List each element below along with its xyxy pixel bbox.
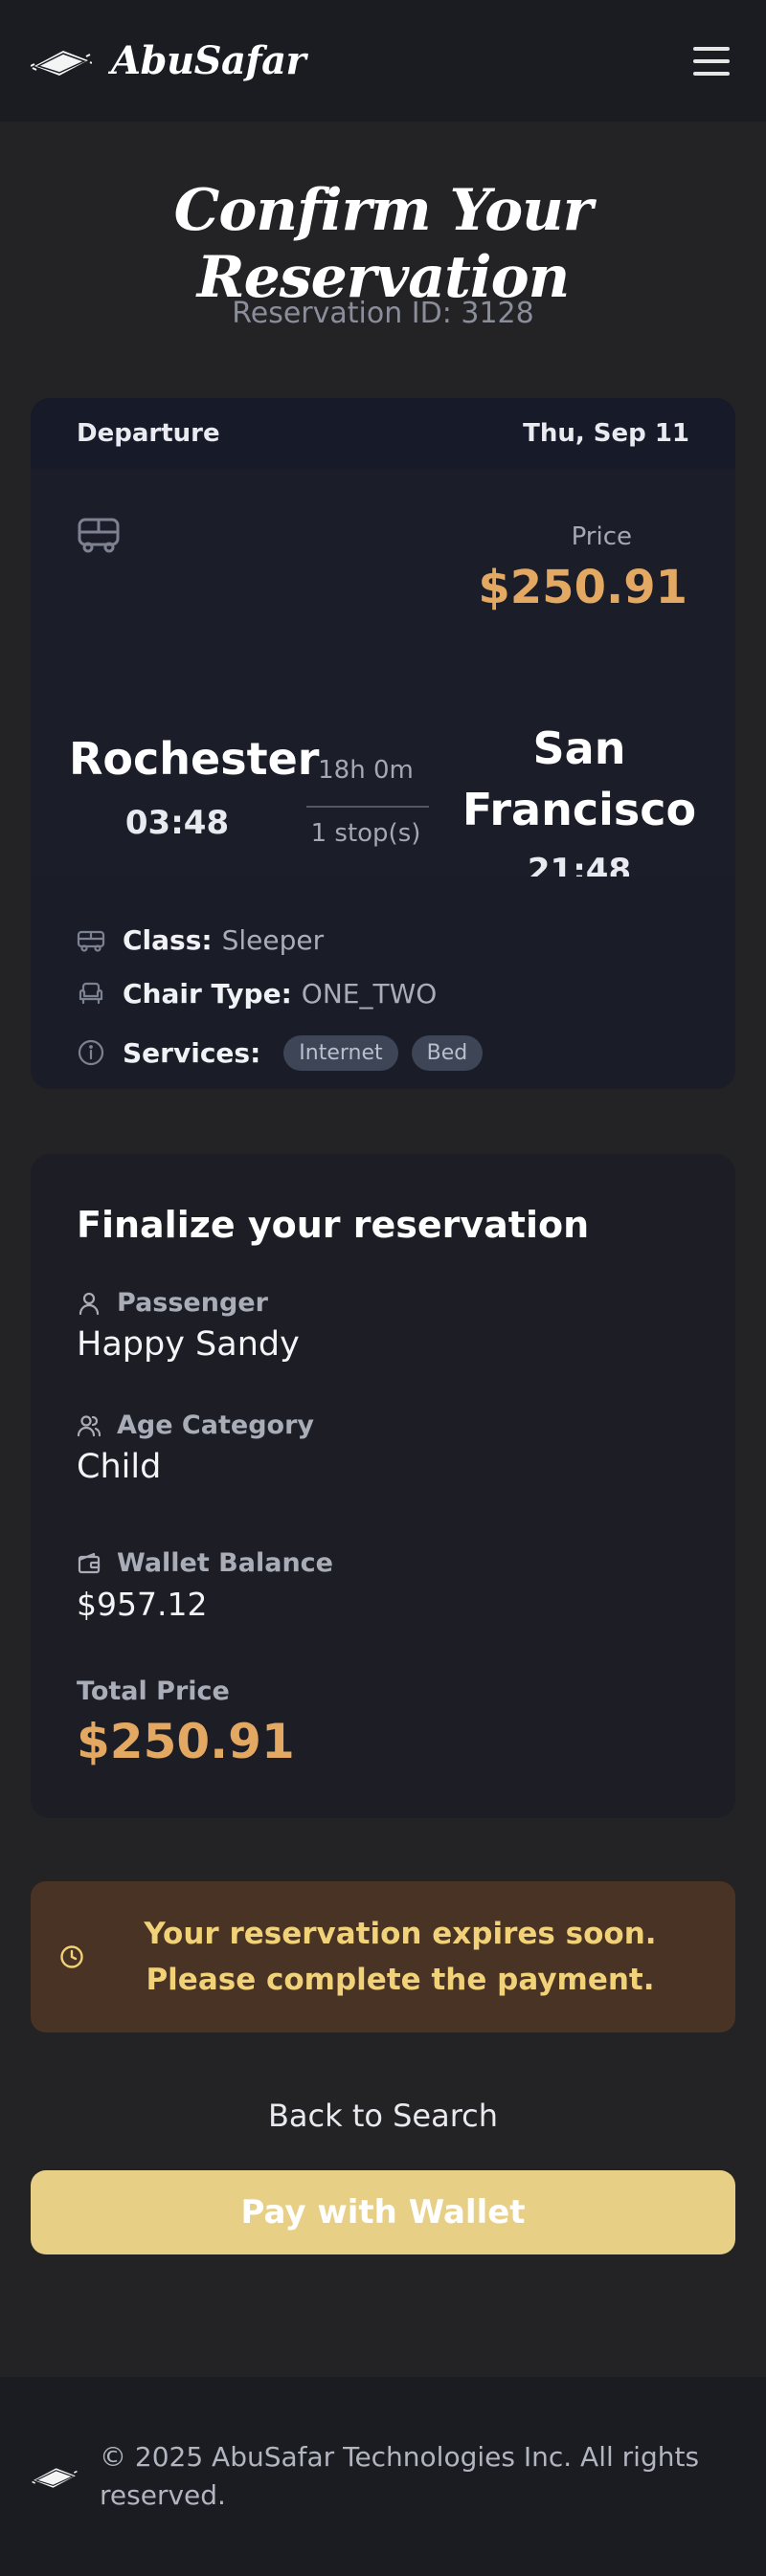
total-price-label: Total Price — [77, 1677, 230, 1706]
total-price-value: $250.91 — [77, 1714, 295, 1769]
expiry-warning-text: Your reservation expires soon. Please co… — [144, 1917, 657, 1997]
trip-price: $250.91 — [478, 561, 687, 614]
trip-route: Price $250.91 Rochester 03:48 18h 0m 1 s… — [31, 469, 735, 890]
finalize-title: Finalize your reservation — [77, 1204, 590, 1246]
class-value: Sleeper — [221, 923, 325, 956]
origin-city: Rochester — [69, 733, 320, 785]
trip-stops: 1 stop(s) — [310, 819, 421, 848]
bus-front-icon — [77, 930, 105, 952]
copyright-text: © 2025 AbuSafar Technologies Inc. All ri… — [100, 2441, 700, 2511]
clock-icon — [60, 1945, 83, 1968]
passenger-name: Happy Sandy — [77, 1325, 300, 1364]
passenger-label: Passenger — [117, 1288, 268, 1318]
chair-row: Chair Type: ONE_TWO — [77, 966, 689, 1020]
passenger-field: Passenger Happy Sandy — [77, 1288, 300, 1364]
total-price-field: Total Price $250.91 — [77, 1677, 295, 1769]
chair-type-label: Chair Type: — [123, 977, 292, 1010]
user-icon — [79, 1292, 100, 1315]
class-label: Class: — [123, 923, 213, 956]
hamburger-menu-icon[interactable] — [693, 40, 735, 82]
destination-city: San Francisco — [462, 722, 697, 835]
duration-divider — [306, 806, 429, 808]
top-navbar: AbuSafar — [0, 0, 766, 122]
back-to-search-link[interactable]: Back to Search — [0, 2098, 766, 2134]
brand-name: AbuSafar — [111, 38, 306, 83]
direction-label: Departure — [77, 419, 220, 448]
class-row: Class: Sleeper — [77, 913, 689, 966]
trip-card: Departure Thu, Sep 11 Price $250.91 Roch… — [31, 398, 735, 1089]
carpet-logo-icon — [32, 2468, 78, 2488]
price-label: Price — [571, 522, 632, 551]
info-icon — [78, 1039, 104, 1066]
service-badge-internet: Internet — [283, 1034, 398, 1071]
finalize-card: Finalize your reservation Passenger Happ… — [31, 1154, 735, 1818]
reservation-id: Reservation ID: 3128 — [232, 297, 534, 330]
expiry-warning: Your reservation expires soon. Please co… — [31, 1881, 735, 2032]
wallet-balance-label: Wallet Balance — [117, 1548, 333, 1578]
wallet-balance-field: Wallet Balance $957.12 — [77, 1548, 333, 1623]
departure-time: 03:48 — [124, 804, 230, 842]
age-category-value: Child — [77, 1448, 162, 1486]
services-row: Services: Internet Bed — [77, 1026, 689, 1079]
carpet-logo-icon — [31, 50, 92, 76]
brand[interactable]: AbuSafar — [31, 38, 306, 83]
footer: © 2025 AbuSafar Technologies Inc. All ri… — [0, 2377, 766, 2576]
services-label: Services: — [123, 1036, 261, 1069]
armchair-icon — [79, 982, 103, 1005]
wallet-balance-value: $957.12 — [77, 1586, 208, 1623]
trip-card-header: Departure Thu, Sep 11 — [31, 398, 735, 469]
trip-details: Class: Sleeper Chair Type: ONE_TWO Servi… — [31, 877, 735, 1089]
service-badge-bed: Bed — [411, 1034, 484, 1071]
chair-type-value: ONE_TWO — [301, 977, 438, 1010]
trip-date: Thu, Sep 11 — [523, 419, 689, 448]
trip-duration: 18h 0m — [318, 756, 414, 785]
wallet-icon — [78, 1552, 101, 1573]
age-category-field: Age Category Child — [77, 1410, 314, 1486]
page-title: Confirm Your Reservation — [173, 177, 594, 311]
bus-icon — [78, 518, 120, 553]
users-icon — [77, 1414, 101, 1436]
pay-with-wallet-button[interactable]: Pay with Wallet — [31, 2170, 735, 2254]
age-category-label: Age Category — [117, 1410, 314, 1440]
